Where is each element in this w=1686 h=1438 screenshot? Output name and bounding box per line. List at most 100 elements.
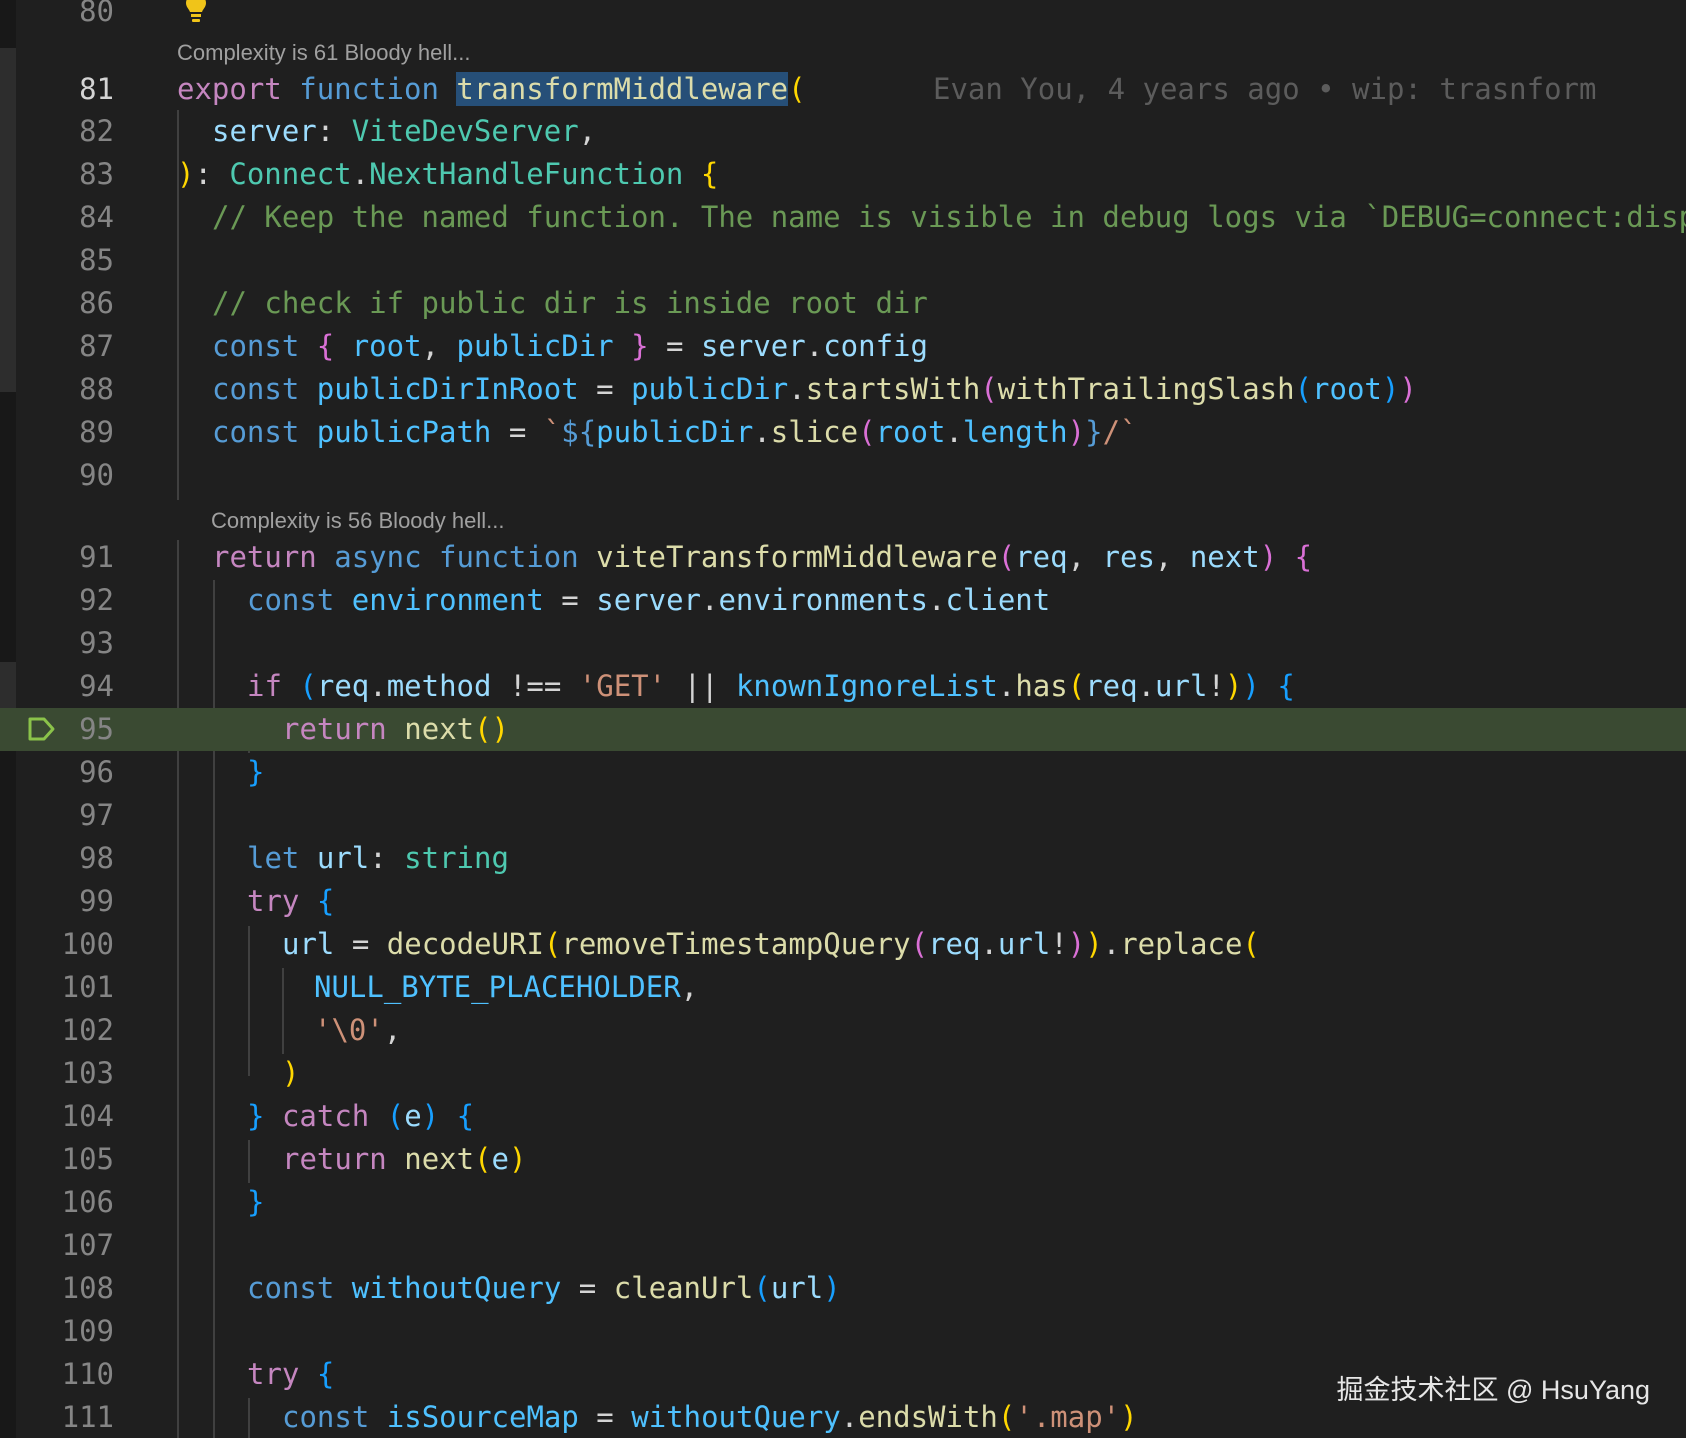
code-line[interactable]: 105 return next(e) <box>0 1138 1686 1181</box>
line-number[interactable]: 95 <box>40 708 114 751</box>
line-number[interactable]: 97 <box>40 794 114 837</box>
code-text[interactable]: // Keep the named function. The name is … <box>212 196 1686 239</box>
code-line[interactable]: 91 return async function viteTransformMi… <box>0 536 1686 579</box>
code-line[interactable]: 99 try { <box>0 880 1686 923</box>
code-text[interactable]: try { <box>247 880 334 923</box>
line-number[interactable]: 82 <box>40 110 114 153</box>
line-number[interactable]: 102 <box>40 1009 114 1052</box>
code-text[interactable]: NULL_BYTE_PLACEHOLDER, <box>314 966 698 1009</box>
punctuation-token: . <box>753 415 771 449</box>
code-line[interactable]: 102 '\0', <box>0 1009 1686 1052</box>
code-text[interactable]: '\0', <box>314 1009 401 1052</box>
code-line[interactable]: 96 } <box>0 751 1686 794</box>
code-line[interactable]: 107 <box>0 1224 1686 1267</box>
line-number[interactable]: 96 <box>40 751 114 794</box>
line-number[interactable]: 99 <box>40 880 114 923</box>
punctuation-token: : <box>194 157 230 191</box>
code-line[interactable]: 108 const withoutQuery = cleanUrl(url) <box>0 1267 1686 1310</box>
code-text[interactable]: const isSourceMap = withoutQuery.endsWit… <box>282 1396 1138 1438</box>
codelens-complexity[interactable]: Complexity is 56 Bloody hell... <box>211 506 504 536</box>
code-text[interactable]: export function transformMiddleware( <box>177 68 806 111</box>
line-number[interactable]: 104 <box>40 1095 114 1138</box>
line-number[interactable]: 107 <box>40 1224 114 1267</box>
code-line[interactable]: 98 let url: string <box>0 837 1686 880</box>
code-text[interactable]: return next(e) <box>282 1138 526 1181</box>
code-line[interactable]: 84 // Keep the named function. The name … <box>0 196 1686 239</box>
line-number[interactable]: 100 <box>40 923 114 966</box>
code-editor[interactable]: Complexity is 61 Bloody hell... Complexi… <box>0 0 1686 1438</box>
code-text[interactable]: try { <box>247 1353 334 1396</box>
code-line[interactable]: 82 server: ViteDevServer, <box>0 110 1686 153</box>
line-number[interactable]: 94 <box>40 665 114 708</box>
code-line[interactable]: 109 <box>0 1310 1686 1353</box>
git-blame-annotation[interactable]: Evan You, 4 years ago • wip: trasnform <box>933 68 1596 111</box>
code-text[interactable]: const publicDirInRoot = publicDir.starts… <box>212 368 1417 411</box>
line-number[interactable]: 109 <box>40 1310 114 1353</box>
line-number[interactable]: 83 <box>40 153 114 196</box>
code-text[interactable]: const { root, publicDir } = server.confi… <box>212 325 928 368</box>
code-text[interactable]: const environment = server.environments.… <box>247 579 1050 622</box>
code-line[interactable]: 90 <box>0 454 1686 497</box>
line-number[interactable]: 105 <box>40 1138 114 1181</box>
code-line[interactable]: 103 ) <box>0 1052 1686 1095</box>
line-number[interactable]: 84 <box>40 196 114 239</box>
constant-token: NULL_BYTE_PLACEHOLDER <box>314 970 681 1004</box>
code-line[interactable]: 89 const publicPath = `${publicDir.slice… <box>0 411 1686 454</box>
line-number[interactable]: 88 <box>40 368 114 411</box>
bracket-token: ( <box>997 540 1016 574</box>
code-text[interactable]: } <box>247 1181 264 1224</box>
keyword-token: return <box>282 1142 387 1176</box>
line-number[interactable]: 85 <box>40 239 114 282</box>
code-text[interactable]: server: ViteDevServer, <box>212 110 596 153</box>
code-line[interactable]: 93 <box>0 622 1686 665</box>
code-line[interactable]: 80 <box>0 0 1686 33</box>
bracket-token: ( <box>299 669 317 703</box>
line-number[interactable]: 101 <box>40 966 114 1009</box>
line-number[interactable]: 86 <box>40 282 114 325</box>
code-line[interactable]: 87 const { root, publicDir } = server.co… <box>0 325 1686 368</box>
code-line[interactable]: 101 NULL_BYTE_PLACEHOLDER, <box>0 966 1686 1009</box>
code-line[interactable]: 94 if (req.method !== 'GET' || knownIgno… <box>0 665 1686 708</box>
code-line[interactable]: 86 // check if public dir is inside root… <box>0 282 1686 325</box>
bracket-token: ( <box>1242 927 1260 961</box>
line-number[interactable]: 111 <box>40 1396 114 1438</box>
line-number[interactable]: 81 <box>40 68 114 111</box>
code-line[interactable]: 97 <box>0 794 1686 837</box>
current-execution-line[interactable]: 95 return next() <box>0 708 1686 751</box>
code-text[interactable]: if (req.method !== 'GET' || knownIgnoreL… <box>247 665 1295 708</box>
code-line[interactable]: 88 const publicDirInRoot = publicDir.sta… <box>0 368 1686 411</box>
line-number[interactable]: 89 <box>40 411 114 454</box>
code-text[interactable]: return next() <box>282 708 509 751</box>
line-number[interactable]: 90 <box>40 454 114 497</box>
code-text[interactable]: let url: string <box>247 837 509 880</box>
code-text[interactable]: // check if public dir is inside root di… <box>212 282 928 325</box>
codelens-complexity[interactable]: Complexity is 61 Bloody hell... <box>177 38 470 68</box>
line-number[interactable]: 110 <box>40 1353 114 1396</box>
template-string-token: /` <box>1102 415 1138 449</box>
line-number[interactable]: 106 <box>40 1181 114 1224</box>
punctuation-token: . <box>701 583 719 617</box>
code-line[interactable]: 104 } catch (e) { <box>0 1095 1686 1138</box>
line-number[interactable]: 103 <box>40 1052 114 1095</box>
code-line[interactable]: 92 const environment = server.environmen… <box>0 579 1686 622</box>
code-text[interactable]: const publicPath = `${publicDir.slice(ro… <box>212 411 1138 454</box>
code-text[interactable]: ): Connect.NextHandleFunction { <box>177 153 718 196</box>
line-number[interactable]: 92 <box>40 579 114 622</box>
line-number[interactable]: 80 <box>40 0 114 33</box>
line-number[interactable]: 93 <box>40 622 114 665</box>
line-number[interactable]: 91 <box>40 536 114 579</box>
code-line[interactable]: 83 ): Connect.NextHandleFunction { <box>0 153 1686 196</box>
code-text[interactable]: url = decodeURI(removeTimestampQuery(req… <box>282 923 1260 966</box>
line-number[interactable]: 108 <box>40 1267 114 1310</box>
line-number[interactable]: 87 <box>40 325 114 368</box>
code-text[interactable]: const withoutQuery = cleanUrl(url) <box>247 1267 841 1310</box>
line-number[interactable]: 98 <box>40 837 114 880</box>
code-text[interactable]: } <box>247 751 264 794</box>
code-text[interactable]: return async function viteTransformMiddl… <box>212 536 1312 579</box>
code-line[interactable]: 106 } <box>0 1181 1686 1224</box>
code-text[interactable]: ) <box>282 1052 299 1095</box>
code-text[interactable]: } catch (e) { <box>247 1095 474 1138</box>
code-line[interactable]: 85 <box>0 239 1686 282</box>
code-line[interactable]: 100 url = decodeURI(removeTimestampQuery… <box>0 923 1686 966</box>
